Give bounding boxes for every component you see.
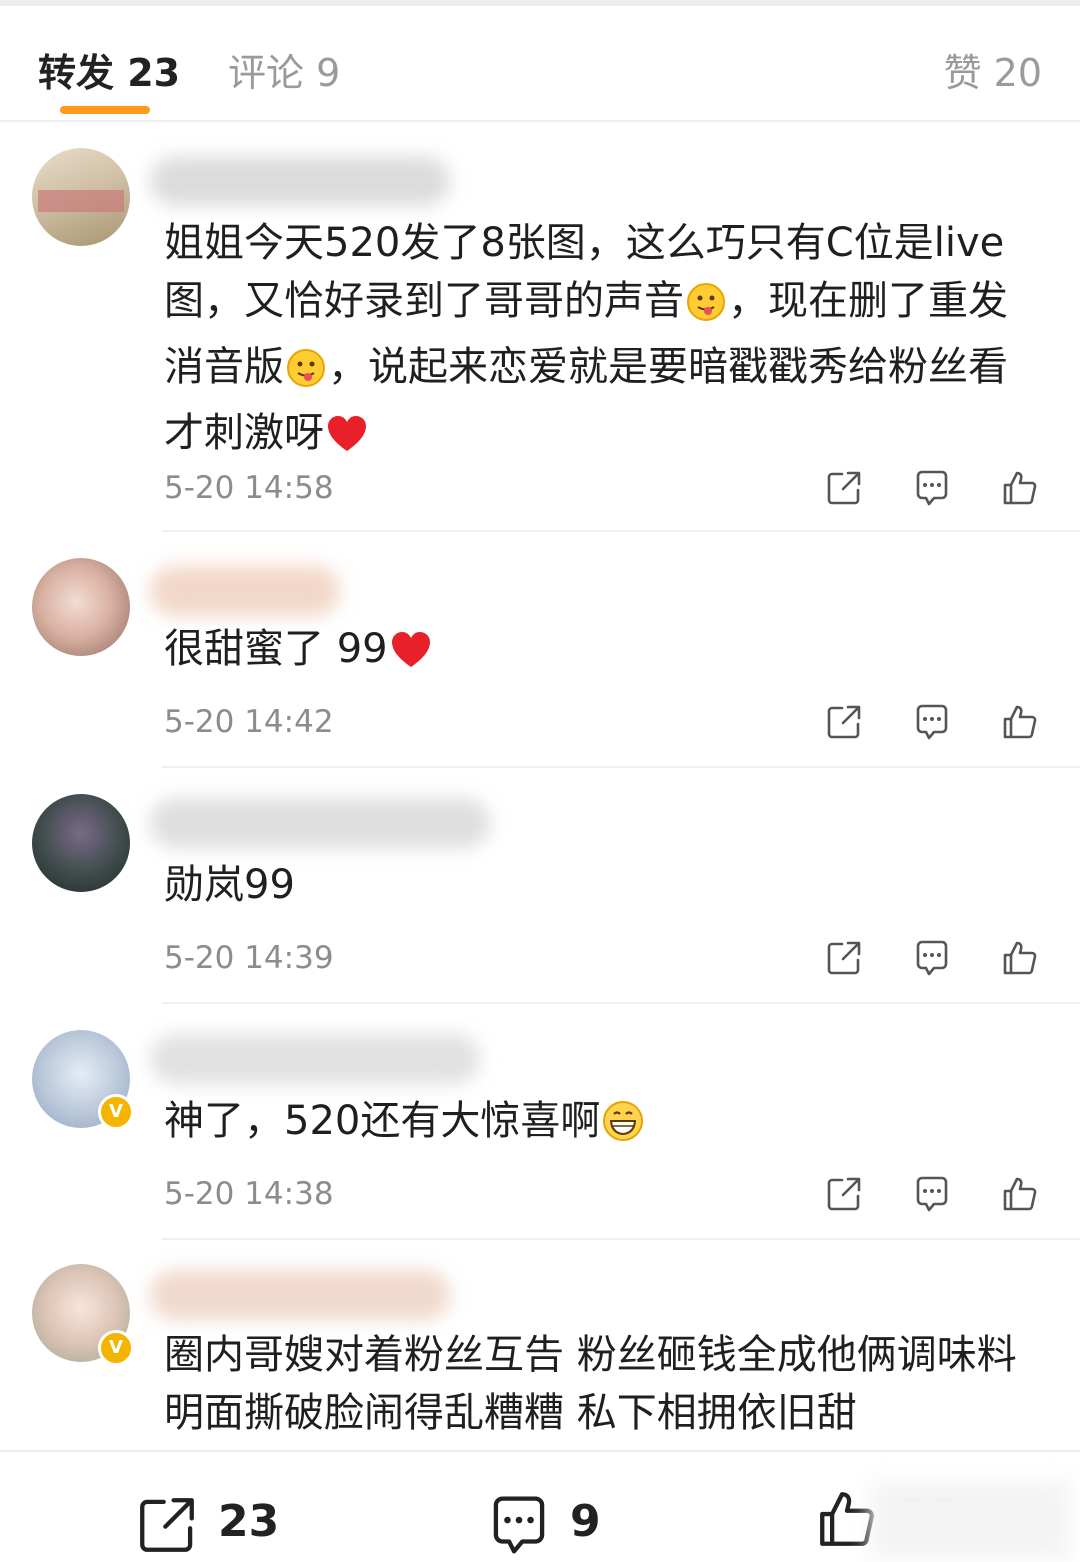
- tab-repost[interactable]: 转发 23: [38, 42, 180, 97]
- comment-button[interactable]: 9: [486, 1492, 626, 1554]
- comment-text: 姐姐今天520发了8张图，这么巧只有C位是live图，又恰好录到了哥哥的声音 ，现…: [164, 214, 1044, 470]
- comment-text-part: 神了，520还有大惊喜啊: [164, 1098, 601, 1144]
- comment-timestamp: 5-20 14:39: [164, 940, 334, 976]
- comment-actions: [820, 702, 1040, 742]
- share-icon[interactable]: [824, 938, 864, 978]
- comment-text-part: 很甜蜜了 99: [164, 626, 388, 672]
- share-icon[interactable]: [824, 468, 864, 508]
- comment-item: 很甜蜜了 99 5-20 14:42: [0, 532, 1080, 768]
- thumbs-up-icon[interactable]: [1000, 702, 1040, 742]
- comment-icon[interactable]: [912, 938, 952, 978]
- tab-comments[interactable]: 评论 9: [228, 42, 340, 97]
- comment-text: 神了，520还有大惊喜啊: [164, 1092, 1044, 1158]
- comment-icon[interactable]: [912, 468, 952, 508]
- bottom-action-bar: 23 9 20: [0, 1450, 1080, 1562]
- comment-text: 很甜蜜了 99: [164, 620, 1044, 686]
- username-blurred[interactable]: [150, 1270, 450, 1320]
- repost-button[interactable]: 23: [134, 1492, 294, 1552]
- avatar[interactable]: [32, 148, 130, 246]
- tab-likes[interactable]: 赞 20: [944, 42, 1042, 97]
- obscured-overlay: [870, 1480, 1070, 1560]
- verified-badge-icon: V: [98, 1330, 134, 1366]
- share-icon[interactable]: [824, 702, 864, 742]
- repost-count: 23: [218, 1496, 280, 1547]
- active-tab-indicator: [60, 106, 150, 114]
- tongue-emoji-icon: [286, 346, 326, 404]
- avatar-banner-shape: [38, 190, 124, 212]
- username-blurred[interactable]: [150, 798, 490, 848]
- comment-actions: [820, 468, 1040, 508]
- comment-text-part: 勋岚99: [164, 862, 295, 908]
- share-icon: [140, 1498, 194, 1552]
- share-icon[interactable]: [824, 1174, 864, 1214]
- comment-item: 勋岚99 5-20 14:39: [0, 768, 1080, 1004]
- username-blurred[interactable]: [150, 566, 340, 616]
- verified-badge-icon: V: [98, 1094, 134, 1130]
- comment-item: 姐姐今天520发了8张图，这么巧只有C位是live图，又恰好录到了哥哥的声音 ，现…: [0, 120, 1080, 532]
- red-heart-icon: [390, 628, 432, 686]
- comment-actions: [820, 1174, 1040, 1214]
- comment-timestamp: 5-20 14:58: [164, 470, 334, 506]
- comment-text: 勋岚99: [164, 856, 1044, 914]
- red-heart-icon: [326, 412, 368, 470]
- comment-text: 圈内哥嫂对着粉丝互告 粉丝砸钱全成他俩调味料 明面撕破脸闹得乱糟糟 私下相拥依旧…: [164, 1326, 1044, 1442]
- comment-actions: [820, 938, 1040, 978]
- comment-count: 9: [570, 1496, 601, 1547]
- username-blurred[interactable]: [150, 156, 450, 206]
- comment-timestamp: 5-20 14:42: [164, 704, 334, 740]
- thumbs-up-icon[interactable]: [1000, 468, 1040, 508]
- comment-icon[interactable]: [912, 702, 952, 742]
- avatar[interactable]: [32, 794, 130, 892]
- comment-item: V 神了，520还有大惊喜啊 5-20 14:38: [0, 1004, 1080, 1240]
- thumbs-up-icon[interactable]: [1000, 1174, 1040, 1214]
- comment-item: V 圈内哥嫂对着粉丝互告 粉丝砸钱全成他俩调味料 明面撕破脸闹得乱糟糟 私下相拥…: [0, 1240, 1080, 1450]
- grin-emoji-icon: [602, 1100, 644, 1158]
- avatar[interactable]: [32, 558, 130, 656]
- comment-icon[interactable]: [912, 1174, 952, 1214]
- comment-text-part: 圈内哥嫂对着粉丝互告 粉丝砸钱全成他俩调味料 明面撕破脸闹得乱糟糟 私下相拥依旧…: [164, 1332, 1017, 1436]
- tab-bar: 转发 23 评论 9 赞 20: [0, 6, 1080, 122]
- tongue-emoji-icon: [686, 280, 726, 338]
- thumbs-up-icon[interactable]: [1000, 938, 1040, 978]
- comment-timestamp: 5-20 14:38: [164, 1176, 334, 1212]
- username-blurred[interactable]: [150, 1034, 480, 1084]
- comment-icon: [493, 1496, 545, 1554]
